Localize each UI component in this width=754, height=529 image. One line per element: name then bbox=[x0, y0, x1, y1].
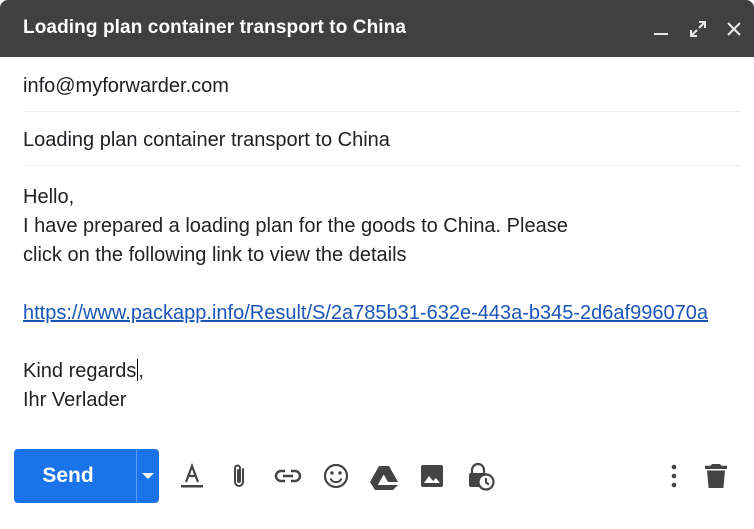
body-line: Hello, bbox=[23, 186, 75, 208]
to-field[interactable]: info@myforwarder.com bbox=[23, 57, 740, 112]
formatting-icon[interactable] bbox=[176, 460, 208, 492]
body-line: click on the following link to view the … bbox=[23, 244, 407, 266]
closing-comma: , bbox=[138, 360, 144, 382]
result-link[interactable]: https://www.packapp.info/Result/S/2a785b… bbox=[23, 302, 708, 324]
subject-field[interactable]: Loading plan container transport to Chin… bbox=[23, 111, 740, 166]
link-icon[interactable] bbox=[272, 460, 304, 492]
chevron-down-icon bbox=[142, 473, 154, 479]
closing-line: Kind regards, bbox=[23, 357, 708, 386]
schedule-send-dropdown[interactable] bbox=[137, 449, 159, 503]
closing-text: Kind regards bbox=[23, 360, 137, 382]
confidential-icon[interactable] bbox=[464, 460, 496, 492]
send-button[interactable]: Send bbox=[14, 449, 122, 503]
recipient-value: info@myforwarder.com bbox=[23, 75, 229, 97]
attach-icon[interactable] bbox=[224, 460, 256, 492]
close-icon[interactable] bbox=[724, 19, 744, 39]
signature-line: Ihr Verlader bbox=[23, 389, 127, 411]
discard-icon[interactable] bbox=[700, 460, 732, 492]
minimize-icon[interactable] bbox=[651, 19, 671, 39]
subject-value: Loading plan container transport to Chin… bbox=[23, 129, 390, 151]
message-body[interactable]: Hello, I have prepared a loading plan fo… bbox=[23, 183, 708, 415]
emoji-icon[interactable] bbox=[320, 460, 352, 492]
fullscreen-icon[interactable] bbox=[688, 19, 708, 39]
drive-icon[interactable] bbox=[368, 460, 400, 492]
send-button-group: Send bbox=[14, 449, 159, 503]
compose-titlebar: Loading plan container transport to Chin… bbox=[0, 0, 754, 57]
window-title: Loading plan container transport to Chin… bbox=[23, 17, 407, 38]
image-icon[interactable] bbox=[416, 460, 448, 492]
body-line: I have prepared a loading plan for the g… bbox=[23, 215, 568, 237]
more-options-icon[interactable] bbox=[658, 460, 690, 492]
